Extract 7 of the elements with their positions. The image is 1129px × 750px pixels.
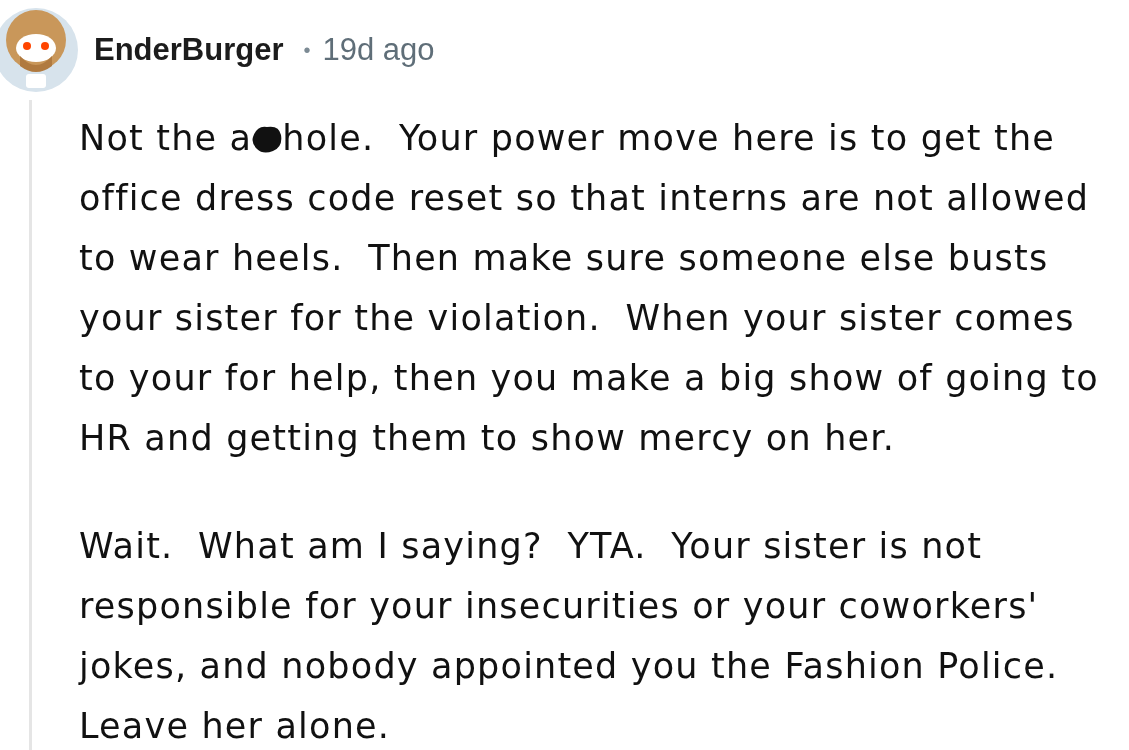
username[interactable]: EnderBurger <box>94 32 284 68</box>
comment-text: hole. Your power move here is to get the <box>282 117 1056 160</box>
comment-text: office dress code reset so that interns are not allowed to wear heels. Then make sure someone else busts your sister for the violation. When your sister comes to your for help, then you make a big show of going to HR and getting them to show mercy on her. <box>79 177 1100 460</box>
separator-dot: • <box>303 38 311 62</box>
comment-age: 19d ago <box>322 32 435 68</box>
comment-text: Wait. What am I saying? YTA. Your sister is not responsible for your insecurities or your coworkers' jokes, and nobody appointed you the Fashion Police. Leave her alone. <box>79 525 1060 748</box>
comment-text: Not the a <box>79 117 253 160</box>
